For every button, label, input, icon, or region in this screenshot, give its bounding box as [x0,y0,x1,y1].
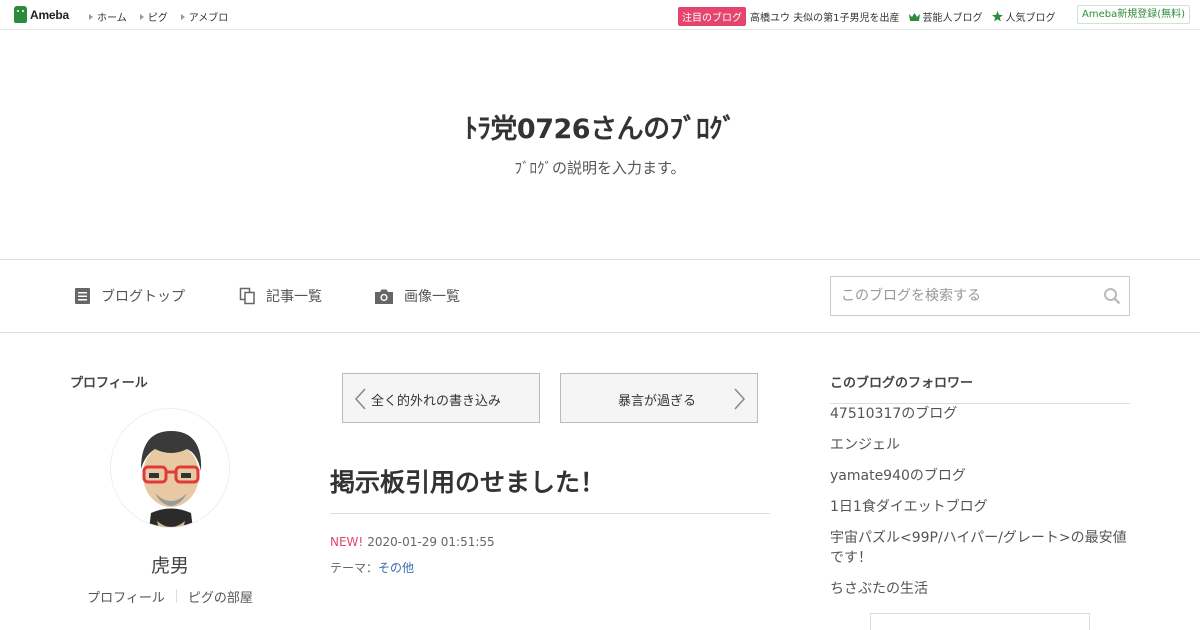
star-icon [991,11,1003,22]
divider [175,589,177,603]
article-datetime: 2020-01-29 01:51:55 [367,535,495,549]
triangle-right-icon [89,13,93,20]
copy-icon [239,287,255,305]
article-meta: NEW! 2020-01-29 01:51:55 [330,535,495,549]
camera-icon [375,289,393,304]
next-article-button[interactable]: 暴言が過ぎる [560,373,758,423]
profile-name[interactable]: 虎男 [70,551,270,578]
chevron-right-icon [734,388,746,410]
global-nav: ホーム ピグ アメブロ [89,9,241,24]
blog-nav: ブログトップ 記事一覧 画像一覧 [0,259,1200,333]
popular-blog-link[interactable]: 人気ブログ [991,9,1056,24]
featured-badge: 注目のブログ [678,7,746,26]
prev-article-button[interactable]: 全く的外れの書き込み [342,373,540,423]
topbar-right: 注目のブログ 高橋ユウ 夫似の第1子男児を出産 芸能人ブログ 人気ブログ [678,7,1065,26]
theme-link[interactable]: その他 [378,561,414,575]
search-input[interactable] [831,277,1091,315]
ameba-logo-text: Ameba [30,7,70,22]
blog-search [830,276,1130,316]
avatar[interactable] [110,408,230,528]
celebrity-blog-link[interactable]: 芸能人ブログ [908,9,983,24]
nav-blog-top[interactable]: ブログトップ [74,286,185,306]
nav-ameblo[interactable]: アメブロ [180,9,228,24]
new-badge: NEW! [330,535,364,549]
profile-heading: プロフィール [70,376,148,391]
follower-item[interactable]: ちさぶたの生活 [830,579,1130,599]
triangle-right-icon [139,13,144,20]
ameba-logo-icon [14,6,27,23]
follower-item[interactable]: 1日1食ダイエットブログ [830,497,1130,517]
profile-link[interactable]: プロフィール [87,587,165,606]
follow-button[interactable] [870,613,1090,630]
chevron-left-icon [354,388,366,410]
followers-heading: このブログのフォロワー [830,372,1130,404]
register-button[interactable]: Ameba新規登録(無料) [1077,5,1190,24]
blog-title[interactable]: ﾄﾗ党0726さんのﾌﾞﾛｸﾞ [0,107,1200,146]
profile-links: プロフィール ピグの部屋 [70,587,270,606]
nav-home[interactable]: ホーム [89,9,127,24]
follower-item[interactable]: yamate940のブログ [830,466,1130,486]
global-header: Ameba ホーム ピグ アメブロ 注目のブログ 高橋ユウ 夫似の第1子男児を出… [0,0,1200,30]
followers-list: 47510317のブログ エンジェル yamate940のブログ 1日1食ダイエ… [830,404,1130,610]
triangle-right-icon [180,13,185,20]
follower-item[interactable]: 宇宙パズル<99P/ハイパー/グレート>の最安値です！ [830,528,1130,568]
crown-icon [908,12,920,21]
pigg-room-link[interactable]: ピグの部屋 [188,587,253,606]
blog-description: ﾌﾞﾛｸﾞの説明を入力ます。 [514,159,686,177]
featured-link[interactable]: 高橋ユウ 夫似の第1子男児を出産 [750,9,900,24]
article-theme: テーマ：その他 [330,561,415,575]
article-title[interactable]: 掲示板引用のせました！ [330,463,770,514]
nav-pigg[interactable]: ピグ [139,9,168,24]
nav-image-list[interactable]: 画像一覧 [374,286,460,306]
follower-item[interactable]: エンジェル [830,435,1130,455]
follower-item[interactable]: 47510317のブログ [830,404,1130,424]
search-icon[interactable] [1103,287,1121,305]
avatar-image [111,409,229,527]
ameba-logo[interactable]: Ameba [14,6,69,23]
document-icon [75,288,90,304]
nav-article-list[interactable]: 記事一覧 [239,286,322,306]
